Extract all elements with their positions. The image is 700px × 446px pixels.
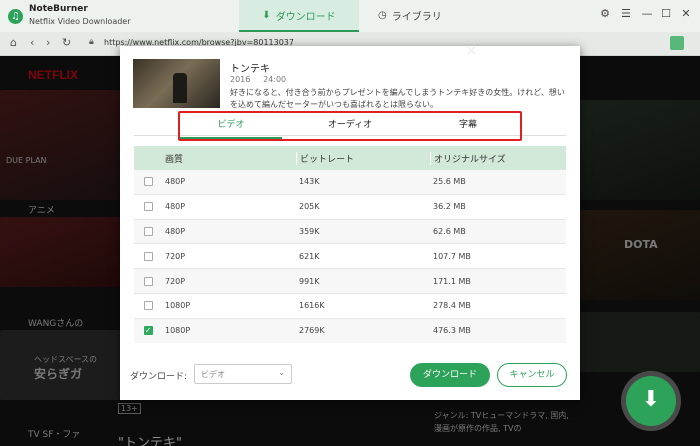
download-type-label: ダウンロード:: [130, 372, 188, 382]
product-name: Netflix Video Downloader: [29, 17, 131, 26]
table-row[interactable]: 480P 205K 36.2 MB: [134, 195, 566, 220]
tab-download[interactable]: ⬇ ダウンロード: [239, 0, 359, 32]
table-row[interactable]: 480P 143K 25.6 MB: [134, 170, 566, 195]
tab-download-label: ダウンロード: [275, 11, 336, 23]
row-checkbox[interactable]: [143, 177, 153, 187]
table-row[interactable]: ✓ 1080P 2769K 476.3 MB: [134, 318, 566, 343]
download-options-dialog: トンテキ 2016 24:00 好きになると、付き合う前からプレゼントを編んでし…: [120, 46, 580, 400]
cell-quality: 480P: [165, 177, 186, 187]
cell-bitrate: 205K: [299, 202, 320, 212]
cell-size: 278.4 MB: [433, 301, 471, 311]
reload-icon[interactable]: ↻: [62, 36, 71, 49]
cell-quality: 720P: [165, 276, 186, 286]
cell-bitrate: 359K: [299, 226, 320, 236]
table-row[interactable]: 1080P 1616K 278.4 MB: [134, 294, 566, 319]
close-dialog-icon[interactable]: ✕: [466, 44, 477, 59]
download-type-value: ビデオ: [201, 370, 225, 379]
cell-size: 476.3 MB: [433, 326, 471, 336]
video-thumbnail: [133, 59, 220, 108]
cell-bitrate: 621K: [299, 251, 320, 261]
cell-quality: 480P: [165, 226, 186, 236]
cell-quality: 1080P: [165, 301, 191, 311]
back-icon[interactable]: ‹: [30, 36, 34, 49]
lock-icon: 🔒︎: [89, 37, 94, 47]
cell-quality: 1080P: [165, 326, 191, 336]
menu-icon[interactable]: ☰: [619, 7, 633, 20]
extension-icon[interactable]: [670, 36, 684, 50]
cell-size: 171.1 MB: [433, 276, 471, 286]
title-bar: ♫ NoteBurner Netflix Video Downloader ⬇ …: [0, 0, 700, 32]
row-checkbox[interactable]: [143, 202, 153, 212]
clock-icon: ◷: [378, 9, 387, 21]
video-year: 2016: [230, 75, 251, 84]
cell-size: 107.7 MB: [433, 251, 471, 261]
table-row[interactable]: 720P 621K 107.7 MB: [134, 244, 566, 270]
cell-size: 36.2 MB: [433, 202, 466, 212]
minimize-icon[interactable]: —: [640, 7, 654, 20]
table-body: 480P 143K 25.6 MB 480P 205K 36.2 MB 480P 359K 62…: [134, 170, 566, 343]
settings-gear-icon[interactable]: ⚙: [598, 7, 612, 20]
home-icon[interactable]: ⌂: [10, 36, 17, 49]
table-row[interactable]: 480P 359K 62.6 MB: [134, 219, 566, 245]
column-bitrate: ビットレート: [296, 151, 430, 165]
tab-library-label: ライブラリ: [391, 11, 442, 23]
cell-bitrate: 991K: [299, 276, 320, 286]
row-checkbox[interactable]: [143, 226, 153, 236]
forward-icon[interactable]: ›: [46, 36, 50, 49]
brand-name: NoteBurner: [29, 4, 88, 14]
tabs-highlight-box: [178, 111, 522, 141]
table-header: 画質 ビットレート オリジナルサイズ: [134, 146, 566, 170]
tab-library[interactable]: ◷ ライブラリ: [378, 0, 458, 30]
video-duration: 24:00: [263, 75, 287, 84]
download-fab-button[interactable]: ⬇: [626, 376, 676, 426]
row-checkbox[interactable]: [143, 276, 153, 286]
cell-size: 62.6 MB: [433, 226, 466, 236]
row-checkbox[interactable]: [143, 301, 153, 311]
row-checkbox[interactable]: ✓: [143, 326, 153, 336]
cell-quality: 720P: [165, 251, 186, 261]
download-arrow-icon: ⬇: [262, 9, 271, 21]
download-arrow-icon: ⬇: [641, 387, 661, 412]
column-size: オリジナルサイズ: [430, 151, 566, 165]
quality-table: 画質 ビットレート オリジナルサイズ 480P 143K 25.6 MB 480P 20…: [134, 146, 566, 343]
video-description: 好きになると、付き合う前からプレゼントを編んでしまうトンテキ好きの女性。けれど、…: [230, 88, 565, 109]
close-window-icon[interactable]: ✕: [679, 7, 693, 20]
chevron-down-icon: ⌄: [278, 368, 285, 377]
noteburner-logo-icon: ♫: [8, 9, 23, 24]
video-meta: 2016 24:00: [230, 75, 286, 84]
row-checkbox[interactable]: [143, 251, 153, 261]
cell-bitrate: 1616K: [299, 301, 325, 311]
table-row[interactable]: 720P 991K 171.1 MB: [134, 269, 566, 294]
cancel-button[interactable]: キャンセル: [497, 363, 567, 387]
cell-bitrate: 143K: [299, 177, 320, 187]
cell-bitrate: 2769K: [299, 326, 325, 336]
column-quality: 画質: [165, 154, 184, 165]
cell-quality: 480P: [165, 202, 186, 212]
cell-size: 25.6 MB: [433, 177, 466, 187]
download-type-select[interactable]: ビデオ ⌄: [194, 364, 292, 384]
video-title: トンテキ: [230, 64, 270, 75]
download-button[interactable]: ダウンロード: [410, 363, 490, 387]
maximize-icon[interactable]: ☐: [659, 7, 673, 20]
